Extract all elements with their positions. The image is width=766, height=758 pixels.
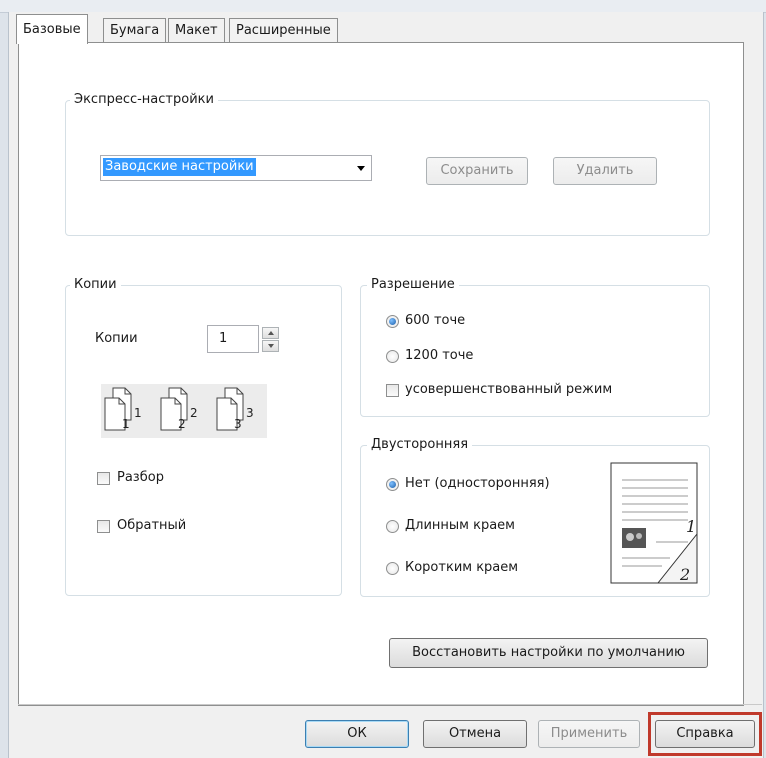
tab-basic[interactable]: Базовые [16, 14, 88, 44]
duplex-long-edge-radio[interactable] [386, 520, 399, 533]
resolution-legend: Разрешение [367, 277, 459, 293]
duplex-page-number: 2 [679, 565, 690, 584]
copies-value: 1 [219, 331, 228, 346]
save-preset-button[interactable]: Сохранить [426, 157, 528, 185]
resolution-600-label: 600 точе [405, 313, 466, 328]
copies-increment-button[interactable] [262, 327, 279, 339]
collate-illustration: 1 1 2 2 3 3 [101, 384, 267, 438]
chevron-down-icon [357, 166, 365, 171]
tab-layout[interactable]: Макет [168, 18, 225, 42]
duplex-none-label: Нет (односторонняя) [405, 476, 550, 491]
arrow-up-icon [268, 331, 274, 335]
copies-decrement-button[interactable] [262, 340, 279, 352]
duplex-short-edge-label: Коротким краем [405, 560, 519, 575]
duplex-page-number: 1 [686, 517, 696, 536]
copies-label: Копии [95, 331, 138, 346]
copies-spin-input[interactable]: 1 [207, 325, 259, 353]
tab-paper[interactable]: Бумага [103, 18, 167, 42]
ok-button[interactable]: ОК [305, 720, 409, 748]
collate-page-number: 2 [190, 406, 198, 420]
tab-layout-label: Макет [175, 23, 218, 38]
copies-legend: Копии [70, 277, 121, 293]
duplex-none-radio[interactable] [386, 478, 399, 491]
collate-page-number: 1 [134, 406, 142, 420]
duplex-short-edge-radio[interactable] [386, 562, 399, 575]
tab-advanced[interactable]: Расширенные [229, 18, 338, 42]
resolution-1200-radio[interactable] [386, 350, 399, 363]
enhanced-mode-label: усовершенствованный режим [405, 382, 613, 397]
resolution-1200-label: 1200 точе [405, 348, 474, 363]
cancel-button[interactable]: Отмена [423, 720, 527, 748]
restore-defaults-button[interactable]: Восстановить настройки по умолчанию [389, 638, 708, 668]
preset-selected-value: Заводские настройки [103, 158, 256, 176]
apply-button[interactable]: Применить [538, 720, 640, 748]
collate-page-number: 3 [234, 417, 242, 431]
tab-paper-label: Бумага [110, 23, 160, 38]
resolution-600-radio[interactable] [386, 315, 399, 328]
duplex-long-edge-label: Длинным краем [405, 518, 515, 533]
express-settings-legend: Экспресс-настройки [70, 92, 218, 108]
duplex-preview-image: 1 2 [610, 462, 698, 584]
duplex-legend: Двусторонняя [367, 437, 473, 453]
tab-advanced-label: Расширенные [236, 23, 331, 38]
reverse-order-checkbox[interactable] [97, 520, 110, 533]
photo-thumbnail-icon [622, 528, 646, 548]
collate-page-number: 3 [246, 406, 254, 420]
tab-basic-label: Базовые [23, 22, 81, 37]
collate-label: Разбор [117, 470, 164, 485]
help-button[interactable]: Справка [655, 720, 755, 748]
arrow-down-icon [268, 344, 274, 348]
collate-page-number: 2 [178, 417, 186, 431]
reverse-order-label: Обратный [117, 518, 187, 533]
collate-page-number: 1 [122, 417, 130, 431]
divider [18, 704, 762, 705]
delete-preset-button[interactable]: Удалить [553, 157, 657, 185]
collate-checkbox[interactable] [97, 472, 110, 485]
enhanced-mode-checkbox[interactable] [386, 384, 399, 397]
preset-select[interactable]: Заводские настройки [100, 155, 372, 181]
